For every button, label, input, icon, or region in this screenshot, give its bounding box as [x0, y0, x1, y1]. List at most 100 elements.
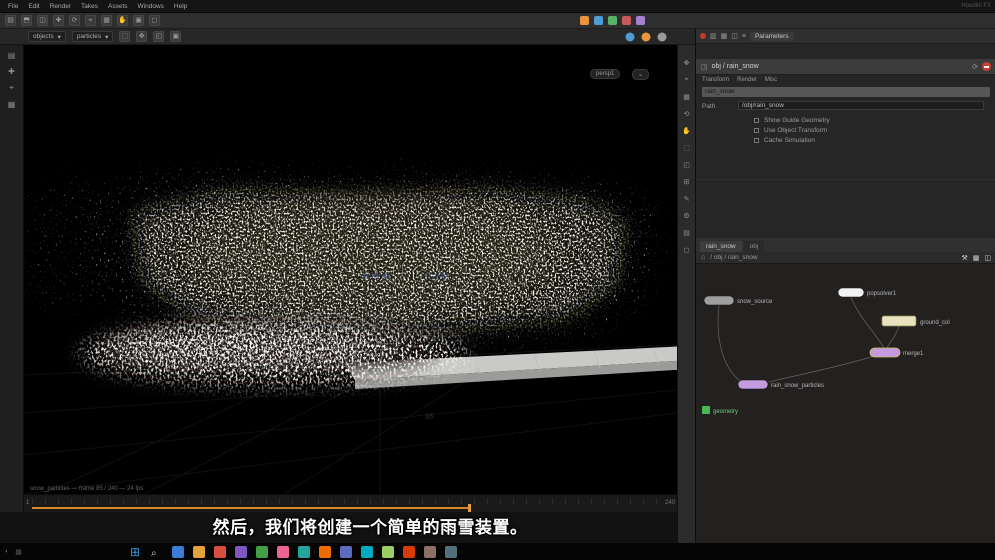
network-path[interactable]: / obj / rain_snow [710, 254, 757, 261]
menu-edit[interactable]: Edit [24, 3, 43, 10]
param-tab[interactable]: Render [737, 77, 757, 83]
path-field[interactable]: /obj/rain_snow [738, 101, 984, 110]
view-toggle-icons[interactable] [624, 31, 672, 43]
particle-simulation-render: 85 [24, 45, 677, 494]
tool-icon[interactable]: ⚙ [683, 212, 689, 220]
breadcrumb[interactable]: obj / rain_snow [712, 63, 759, 70]
app-icon[interactable] [402, 546, 415, 558]
tool-icon[interactable]: ◫ [37, 15, 48, 26]
timeline-scrubber-handle[interactable] [468, 504, 471, 512]
tool-icon[interactable]: ▦ [101, 15, 112, 26]
app-icon[interactable] [192, 546, 205, 558]
tool-icon[interactable]: ◰ [683, 161, 690, 169]
param-tab[interactable]: Misc [765, 77, 777, 83]
camera-pill[interactable]: persp1 [590, 69, 621, 79]
timeline-playbar[interactable]: 1 240 [24, 494, 677, 512]
layout-icon[interactable]: ◫ [984, 254, 991, 262]
tool-icon[interactable]: ▤ [8, 51, 16, 60]
tool-icon[interactable]: ⌖ [9, 83, 14, 93]
tool-icon[interactable]: ◰ [153, 31, 165, 42]
app-icon[interactable] [297, 546, 310, 558]
tray-widget-icon[interactable]: ▦ [15, 548, 22, 556]
timeline-progress[interactable] [32, 507, 470, 509]
tool-icon[interactable]: ▣ [133, 15, 144, 26]
node-name-field[interactable]: rain_snow [702, 87, 990, 97]
tool-icon[interactable]: ⟳ [69, 15, 80, 26]
tray-widget-icon[interactable]: ◐ [5, 548, 9, 556]
tool-icon[interactable]: ◻ [684, 246, 690, 254]
pane-icon[interactable]: ▦ [721, 32, 728, 40]
refresh-icon[interactable]: ⟳ [972, 63, 978, 71]
menu-takes[interactable]: Takes [77, 3, 102, 10]
grid-icon[interactable]: ▦ [973, 254, 980, 262]
tool-icon[interactable]: ◻ [149, 15, 160, 26]
tool-icon[interactable]: ✎ [684, 195, 690, 203]
tool-icon[interactable]: ⌖ [685, 76, 689, 84]
checkbox-icon[interactable] [754, 118, 759, 123]
app-icon[interactable] [423, 546, 436, 558]
tool-icon[interactable]: ▦ [683, 93, 690, 101]
app-icon[interactable] [234, 546, 247, 558]
menu-windows[interactable]: Windows [134, 3, 168, 10]
tab-parameters[interactable]: Parameters [749, 31, 794, 41]
tool-icon[interactable]: ⬚ [683, 144, 690, 152]
viewport-tool-rail: ✥ ⌖ ▦ ⟲ ✋ ⬚ ◰ ⊞ ✎ ⚙ ▤ ◻ [677, 45, 695, 543]
checkbox-row[interactable]: Cache Simulation [754, 137, 815, 144]
pane-icon[interactable]: ◫ [731, 32, 738, 40]
checkbox-row[interactable]: Use Object Transform [754, 127, 827, 134]
wrench-icon[interactable]: ⚒ [961, 254, 967, 262]
checkbox-label: Cache Simulation [764, 137, 815, 144]
app-icon[interactable] [213, 546, 226, 558]
tab-network-rain-snow[interactable]: rain_snow [700, 241, 742, 252]
tab-network-obj[interactable]: obj [743, 241, 765, 252]
mode-dropdown[interactable]: objects ▾ [28, 31, 66, 42]
home-icon[interactable]: ⌂ [701, 254, 705, 261]
tool-icon[interactable]: ✋ [682, 127, 691, 135]
app-icon[interactable] [255, 546, 268, 558]
app-icon[interactable] [444, 546, 457, 558]
tool-icon[interactable]: ✋ [117, 15, 128, 26]
menu-help[interactable]: Help [170, 3, 191, 10]
menu-bar: File Edit Render Takes Assets Windows He… [0, 0, 995, 13]
app-icon[interactable] [171, 546, 184, 558]
menu-render[interactable]: Render [46, 3, 75, 10]
windows-start-icon[interactable]: ⊞ [130, 545, 140, 559]
accent-tool-icons[interactable] [580, 15, 660, 27]
watermark: WWW.·····.COM [362, 271, 451, 281]
tool-icon[interactable]: ▤ [5, 15, 16, 26]
checkbox-icon[interactable] [754, 138, 759, 143]
tool-icon[interactable]: ✚ [8, 67, 15, 76]
viewport-3d[interactable]: 85 persp1 ⌄ WWW.·····.COM snow_particles… [24, 45, 677, 494]
menu-assets[interactable]: Assets [104, 3, 132, 10]
tool-icon[interactable]: ⟲ [684, 110, 690, 118]
tool-icon[interactable]: ⊞ [684, 178, 690, 186]
tool-icon[interactable]: ⌖ [85, 15, 96, 26]
tool-icon[interactable]: ▣ [170, 31, 182, 42]
checkbox-icon[interactable] [754, 128, 759, 133]
tool-icon[interactable]: ▦ [8, 100, 16, 109]
view-options-pill[interactable]: ⌄ [632, 69, 650, 80]
tool-icon[interactable]: ⬒ [21, 15, 32, 26]
network-editor[interactable]: snow_source popsolver1 ground_col merge1… [696, 264, 995, 543]
tool-icon[interactable]: ▤ [683, 229, 690, 237]
checkbox-row[interactable]: Show Guide Geometry [754, 117, 830, 124]
app-icon[interactable] [318, 546, 331, 558]
category-dropdown[interactable]: particles ▾ [71, 31, 114, 42]
tool-icon[interactable]: ✥ [136, 31, 148, 42]
search-icon[interactable]: ⌕ [151, 548, 157, 559]
chevron-down-icon: ▾ [57, 33, 61, 41]
menu-file[interactable]: File [4, 3, 22, 10]
taskbar-apps[interactable]: ⊞ ⌕ [130, 544, 470, 559]
param-tab[interactable]: Transform [702, 77, 729, 83]
app-icon[interactable] [360, 546, 373, 558]
tool-icon[interactable]: ⬚ [119, 31, 131, 42]
tool-icon[interactable]: ✚ [53, 15, 64, 26]
app-icon[interactable] [339, 546, 352, 558]
app-icon[interactable] [276, 546, 289, 558]
app-icon[interactable] [381, 546, 394, 558]
right-panel: ▥ ▦ ◫ ≡ Parameters ◳ obj / rain_snow ⟳ T… [695, 29, 995, 543]
grid-coordinate-label: 85 [425, 413, 434, 421]
pane-icon[interactable]: ≡ [742, 33, 746, 40]
tool-icon[interactable]: ✥ [684, 59, 690, 67]
pane-icon[interactable]: ▥ [710, 32, 717, 40]
